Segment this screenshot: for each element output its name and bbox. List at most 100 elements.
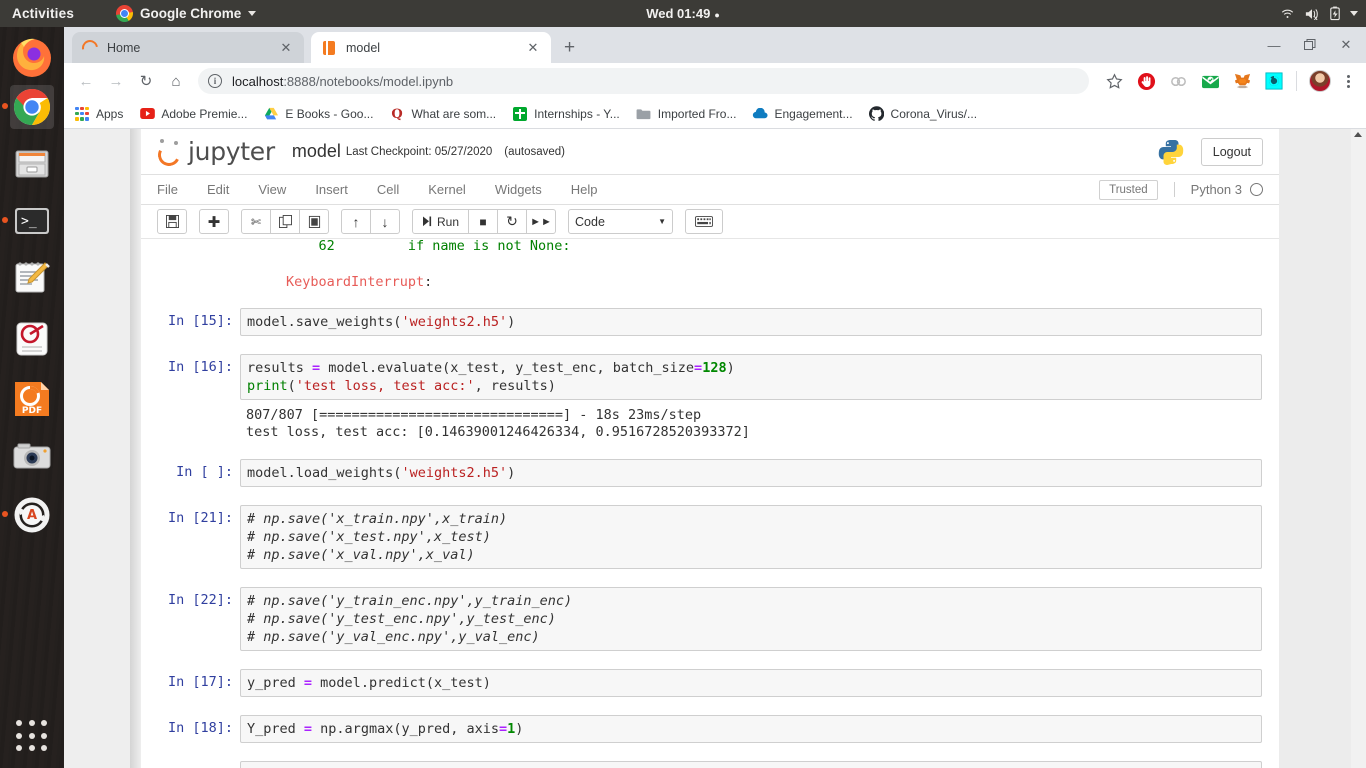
save-icon[interactable] bbox=[157, 209, 187, 234]
arrow-down-icon[interactable]: ↓ bbox=[370, 209, 400, 234]
menu-widgets[interactable]: Widgets bbox=[495, 182, 542, 197]
logout-button[interactable]: Logout bbox=[1200, 137, 1263, 166]
cut-icon[interactable]: ✄ bbox=[241, 209, 271, 234]
copy-icon[interactable] bbox=[270, 209, 300, 234]
kernel-indicator[interactable]: Python 3 bbox=[1173, 182, 1263, 197]
menu-kernel[interactable]: Kernel bbox=[428, 182, 466, 197]
terminal-icon: >_ bbox=[15, 208, 49, 234]
back-icon[interactable]: ← bbox=[72, 67, 100, 95]
dock-item-firefox[interactable] bbox=[10, 35, 54, 79]
system-status-area[interactable]: x bbox=[1280, 6, 1358, 21]
chrome-icon bbox=[13, 88, 51, 126]
bookmark-corona-virus[interactable]: Corona_Virus/... bbox=[869, 106, 977, 122]
bookmark-apps[interactable]: Apps bbox=[74, 106, 123, 122]
menu-help[interactable]: Help bbox=[571, 182, 598, 197]
cell-input[interactable]: y_pred = model.predict(x_test) bbox=[240, 669, 1262, 697]
toolbar-group-save bbox=[157, 209, 187, 234]
tab-model[interactable]: model ✕ bbox=[311, 32, 551, 63]
gnome-top-bar: Activities Google Chrome Wed 01:49 ● x bbox=[0, 0, 1366, 27]
cell-input[interactable]: # np.save('x_train.npy',x_train) # np.sa… bbox=[240, 505, 1262, 569]
running-indicator bbox=[2, 103, 8, 109]
trusted-badge[interactable]: Trusted bbox=[1099, 179, 1158, 200]
dock-item-google-chrome[interactable] bbox=[2, 85, 54, 129]
notebook-name[interactable]: model bbox=[292, 141, 341, 162]
bookmark-imported-from[interactable]: Imported Fro... bbox=[636, 106, 737, 122]
reload-icon[interactable]: ↻ bbox=[132, 67, 160, 95]
adblock-icon[interactable] bbox=[1134, 69, 1158, 93]
cell-input[interactable]: from sklearn.metrics import classificati… bbox=[240, 761, 1262, 768]
close-button[interactable]: ✕ bbox=[1328, 30, 1364, 60]
cell-input[interactable]: model.save_weights('weights2.h5') bbox=[240, 308, 1262, 336]
bookmark-star-icon[interactable] bbox=[1102, 69, 1126, 93]
notebook-cell[interactable]: In [19]: from sklearn.metrics import cla… bbox=[158, 761, 1262, 768]
bookmark-label: Imported Fro... bbox=[657, 106, 737, 121]
bookmark-label: E Books - Goo... bbox=[285, 106, 374, 121]
dock-item-pdf-reader[interactable]: PDF bbox=[10, 377, 54, 421]
fast-forward-icon[interactable]: ►► bbox=[526, 209, 557, 234]
cell-input[interactable]: model.load_weights('weights2.h5') bbox=[240, 459, 1262, 487]
notebook-cell[interactable]: In [17]: y_pred = model.predict(x_test) bbox=[158, 669, 1262, 697]
app-menu-label: Google Chrome bbox=[140, 6, 242, 21]
notebook-cell[interactable]: In [22]: # np.save('y_train_enc.npy',y_t… bbox=[158, 587, 1262, 651]
minimize-button[interactable]: — bbox=[1256, 30, 1292, 60]
site-info-icon[interactable]: i bbox=[208, 74, 222, 88]
add-cell-icon[interactable]: ✚ bbox=[199, 209, 229, 234]
menu-insert[interactable]: Insert bbox=[315, 182, 348, 197]
keyboard-icon[interactable] bbox=[685, 209, 724, 234]
dock-item-camera[interactable] bbox=[10, 435, 54, 479]
new-tab-button[interactable]: + bbox=[564, 38, 575, 57]
address-bar[interactable]: i localhost:8888/notebooks/model.ipynb bbox=[198, 68, 1089, 94]
cyan-square-icon[interactable] bbox=[1262, 69, 1286, 93]
arrow-up-icon[interactable]: ↑ bbox=[341, 209, 371, 234]
notebook-cell[interactable]: In [18]: Y_pred = np.argmax(y_pred, axis… bbox=[158, 715, 1262, 743]
maximize-button[interactable] bbox=[1292, 30, 1328, 60]
three-dot-menu-icon[interactable] bbox=[1338, 74, 1358, 88]
mail-icon[interactable] bbox=[1198, 69, 1222, 93]
chain-links-icon[interactable] bbox=[1166, 69, 1190, 93]
run-button[interactable]: Run bbox=[412, 209, 470, 234]
avatar[interactable] bbox=[1309, 70, 1331, 92]
bookmark-engagement[interactable]: Engagement... bbox=[752, 106, 853, 122]
notebook-cell[interactable]: In [15]: model.save_weights('weights2.h5… bbox=[158, 308, 1262, 336]
stop-icon[interactable]: ■ bbox=[468, 209, 499, 234]
jupyter-logo[interactable]: jupyter bbox=[155, 138, 275, 169]
notebook-cell[interactable]: In [ ]: model.load_weights('weights2.h5'… bbox=[158, 459, 1262, 487]
bookmark-ebooks[interactable]: E Books - Goo... bbox=[263, 106, 373, 122]
jupyter-notebook: jupyter model Last Checkpoint: 05/27/202… bbox=[141, 129, 1279, 768]
menu-cell[interactable]: Cell bbox=[377, 182, 399, 197]
forward-icon[interactable]: → bbox=[102, 67, 130, 95]
dock-item-text-editor[interactable] bbox=[10, 256, 54, 300]
close-icon[interactable]: ✕ bbox=[278, 40, 294, 56]
app-menu[interactable]: Google Chrome bbox=[116, 5, 257, 22]
metamask-icon[interactable] bbox=[1230, 69, 1254, 93]
dock-item-document-viewer[interactable] bbox=[10, 317, 54, 361]
tab-label: Home bbox=[107, 40, 141, 55]
home-icon[interactable]: ⌂ bbox=[162, 67, 190, 95]
dock-item-terminal[interactable]: >_ bbox=[2, 199, 54, 243]
github-icon bbox=[869, 106, 885, 122]
cell-type-select[interactable]: Code ▼ bbox=[568, 209, 674, 234]
menu-edit[interactable]: Edit bbox=[207, 182, 229, 197]
vertical-scrollbar[interactable] bbox=[1351, 129, 1366, 768]
restart-icon[interactable]: ↻ bbox=[497, 209, 528, 234]
notebook-cell[interactable]: In [16]: results = model.evaluate(x_test… bbox=[158, 354, 1262, 400]
bookmark-internships[interactable]: Internships - Y... bbox=[512, 106, 620, 122]
kernel-name: Python 3 bbox=[1190, 182, 1242, 197]
running-indicator bbox=[2, 217, 8, 223]
tab-home[interactable]: Home ✕ bbox=[72, 32, 304, 63]
activities-button[interactable]: Activities bbox=[12, 6, 74, 21]
paste-icon[interactable] bbox=[299, 209, 329, 234]
scroll-up-arrow-icon[interactable] bbox=[1354, 132, 1362, 137]
cell-input[interactable]: results = model.evaluate(x_test, y_test_… bbox=[240, 354, 1262, 400]
dock-item-files[interactable] bbox=[10, 142, 54, 186]
show-applications-button[interactable] bbox=[16, 720, 50, 754]
dock-item-software-updater[interactable]: A bbox=[2, 493, 54, 537]
bookmark-quora[interactable]: Q What are som... bbox=[389, 106, 496, 122]
close-icon[interactable]: ✕ bbox=[525, 40, 541, 56]
bookmark-adobe-premiere[interactable]: Adobe Premie... bbox=[139, 106, 247, 122]
notebook-cell[interactable]: In [21]: # np.save('x_train.npy',x_train… bbox=[158, 505, 1262, 569]
menu-file[interactable]: File bbox=[157, 182, 178, 197]
menu-view[interactable]: View bbox=[258, 182, 286, 197]
cell-input[interactable]: Y_pred = np.argmax(y_pred, axis=1) bbox=[240, 715, 1262, 743]
cell-input[interactable]: # np.save('y_train_enc.npy',y_train_enc)… bbox=[240, 587, 1262, 651]
